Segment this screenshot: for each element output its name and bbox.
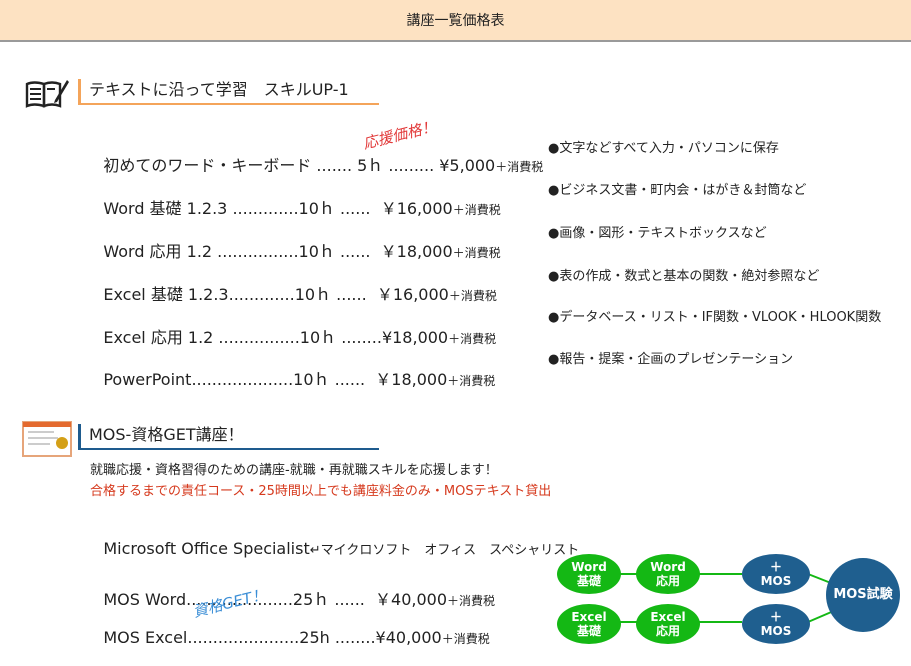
node-label: Word [571, 560, 607, 574]
word-advanced-node: Word 応用 [636, 554, 700, 594]
excel-basic-node: Excel 基礎 [557, 604, 621, 644]
node-label: MOS [760, 624, 792, 638]
node-label: MOS [760, 574, 792, 588]
node-label: Word [650, 560, 686, 574]
node-label: 基礎 [576, 624, 601, 638]
node-label: ＋ [769, 610, 782, 624]
node-label: Excel [571, 610, 607, 624]
node-label: Excel [650, 610, 686, 624]
node-label: MOS試験 [833, 587, 893, 602]
node-label: ＋ [769, 560, 782, 574]
plus-mos-node: ＋ MOS [742, 554, 810, 594]
word-basic-node: Word 基礎 [557, 554, 621, 594]
node-label: 応用 [655, 624, 680, 638]
mos-exam-node: MOS試験 [826, 558, 900, 632]
node-label: 基礎 [576, 574, 601, 588]
excel-advanced-node: Excel 応用 [636, 604, 700, 644]
node-label: 応用 [655, 574, 680, 588]
diagram-connectors [620, 573, 837, 623]
plus-mos-node: ＋ MOS [742, 604, 810, 644]
